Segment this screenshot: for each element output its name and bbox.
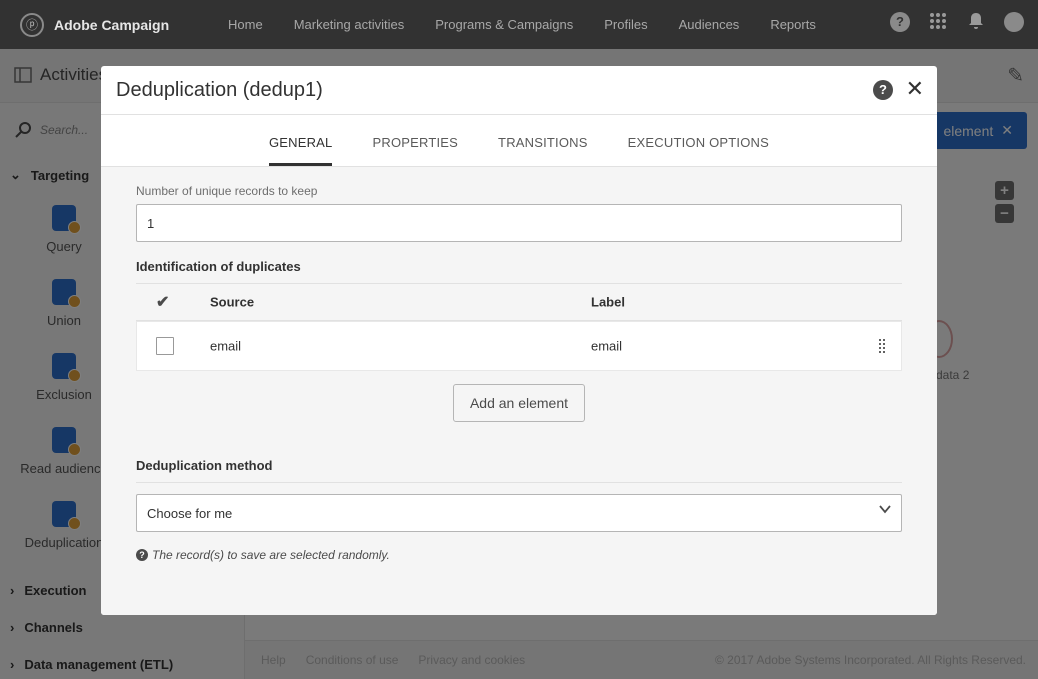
add-an-element-button[interactable]: Add an element (453, 384, 585, 422)
info-text: The record(s) to save are selected rando… (152, 548, 390, 562)
info-question-icon: ? (136, 549, 148, 561)
dialog-body: GENERAL PROPERTIES TRANSITIONS EXECUTION… (101, 115, 937, 615)
dialog-help-icon[interactable]: ? (873, 80, 893, 100)
dialog-title: Deduplication (dedup1) (116, 79, 323, 101)
drag-handle-icon[interactable] (878, 338, 886, 354)
nav-home[interactable]: Home (228, 17, 263, 32)
nav-icons: ? (890, 12, 1024, 32)
notifications-bell-icon[interactable] (966, 12, 986, 32)
table-header: ✔ Source Label (136, 283, 902, 321)
app-name: Adobe Campaign (54, 16, 170, 33)
duplicates-table: ✔ Source Label email email (136, 283, 902, 371)
nav-audiences[interactable]: Audiences (679, 17, 740, 32)
deduplication-method-select[interactable]: Choose for me (136, 494, 902, 532)
header-label: Label (591, 294, 625, 310)
nav-marketing-activities[interactable]: Marketing activities (294, 17, 405, 32)
dialog-close-icon[interactable]: ✕ (906, 77, 924, 101)
row-checkbox[interactable] (156, 337, 174, 355)
nav-programs-campaigns[interactable]: Programs & Campaigns (435, 17, 573, 32)
main-nav: Home Marketing activities Programs & Cam… (228, 17, 847, 32)
unique-records-input[interactable]: 1 (136, 204, 902, 242)
tab-transitions[interactable]: TRANSITIONS (498, 115, 588, 167)
chevron-down-icon (879, 505, 891, 514)
info-note: ? The record(s) to save are selected ran… (136, 548, 390, 562)
identification-heading: Identification of duplicates (136, 259, 301, 274)
method-selected-value: Choose for me (147, 506, 233, 521)
user-avatar-icon[interactable] (1004, 12, 1024, 32)
top-nav-bar: ⓟ Adobe Campaign Home Marketing activiti… (0, 0, 1038, 49)
row-source: email (210, 338, 242, 354)
method-divider (136, 482, 902, 483)
tab-general[interactable]: GENERAL (268, 115, 333, 166)
apps-grid-icon[interactable] (928, 12, 948, 32)
nav-reports[interactable]: Reports (770, 17, 816, 32)
method-heading: Deduplication method (136, 458, 273, 473)
table-row[interactable]: email email (136, 321, 902, 371)
dialog-tabs: GENERAL PROPERTIES TRANSITIONS EXECUTION… (101, 115, 937, 167)
app-logo[interactable]: ⓟ Adobe Campaign (20, 12, 228, 37)
nav-profiles[interactable]: Profiles (604, 17, 647, 32)
unique-records-label: Number of unique records to keep (136, 184, 318, 198)
adobe-campaign-logo-icon: ⓟ (20, 12, 44, 37)
dialog-header: Deduplication (dedup1) ? ✕ (101, 66, 937, 115)
header-source: Source (210, 294, 255, 310)
tab-properties[interactable]: PROPERTIES (372, 115, 458, 167)
row-label: email (591, 338, 623, 354)
tab-execution-options[interactable]: EXECUTION OPTIONS (628, 115, 769, 167)
select-all-check-icon[interactable]: ✔ (156, 292, 169, 312)
help-icon[interactable]: ? (890, 12, 910, 32)
deduplication-dialog: Deduplication (dedup1) ? ✕ GENERAL PROPE… (101, 66, 937, 615)
